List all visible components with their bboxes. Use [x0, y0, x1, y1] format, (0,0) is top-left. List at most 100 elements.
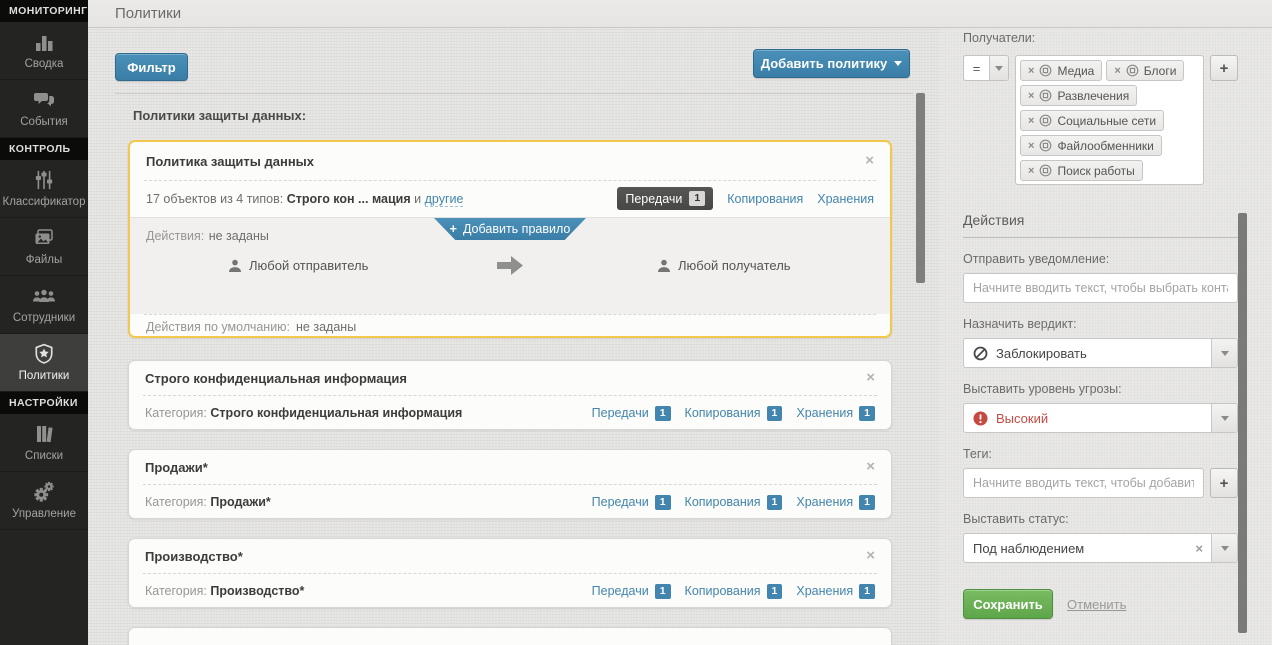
tab-transfers[interactable]: Передачи 1 [617, 187, 714, 210]
verdict-select[interactable]: Заблокировать [963, 338, 1238, 368]
add-tag-button[interactable]: + [1210, 468, 1238, 498]
close-icon[interactable]: × [865, 153, 874, 168]
sidebar-item-lists[interactable]: Списки [0, 414, 88, 472]
default-actions-label: Действия по умолчанию: [146, 320, 291, 334]
remove-tag-icon[interactable]: × [1028, 90, 1034, 102]
actions-label: Действия: [146, 229, 205, 243]
operator-select[interactable]: = [963, 55, 1009, 81]
add-policy-button[interactable]: Добавить политику [753, 49, 910, 78]
policy-card-title: Политика защиты данных [146, 153, 314, 169]
add-rule-button[interactable]: + Добавить правило [434, 218, 586, 240]
category-label: Категория: [145, 584, 207, 598]
tab-label: Передачи [591, 406, 649, 420]
remove-tag-icon[interactable]: × [1114, 65, 1120, 77]
recipient-tag[interactable]: × Файлообменники [1020, 135, 1162, 156]
tags-label: Теги: [963, 447, 992, 461]
sidebar-item-management[interactable]: Управление [0, 472, 88, 530]
save-button[interactable]: Сохранить [963, 589, 1053, 619]
tab-storage[interactable]: Хранения [817, 192, 874, 206]
tab-storage[interactable]: Хранения 1 [796, 583, 875, 599]
clear-status-icon[interactable]: × [1195, 541, 1211, 556]
category-value: Строго конфиденциальная информация [210, 406, 463, 420]
category-icon [1126, 64, 1139, 77]
remove-tag-icon[interactable]: × [1028, 65, 1034, 77]
tab-count-badge: 1 [766, 583, 783, 599]
rule-zone: + Добавить правило Действия: не заданы Л… [130, 217, 890, 314]
threat-level-select[interactable]: Высокий [963, 403, 1238, 433]
notify-input[interactable] [963, 273, 1238, 303]
tab-count-badge: 1 [689, 191, 706, 206]
remove-tag-icon[interactable]: × [1028, 115, 1034, 127]
receiver-label: Любой получатель [678, 258, 791, 273]
actions-section-title: Действия [963, 212, 1238, 238]
tab-count-badge: 1 [859, 583, 875, 599]
sidebar-item-policies[interactable]: Политики [0, 334, 88, 392]
close-icon[interactable]: × [866, 370, 875, 385]
chevron-down-icon[interactable] [1211, 339, 1237, 367]
sidebar-item-label: Политики [18, 370, 70, 382]
close-icon[interactable]: × [866, 459, 875, 474]
add-recipient-button[interactable]: + [1210, 55, 1238, 81]
policy-card-strictly-confidential[interactable]: Строго конфиденциальная информация × Кат… [128, 360, 892, 430]
sidebar-item-summary[interactable]: Сводка [0, 22, 88, 80]
policy-card-title: Продажи* [145, 459, 208, 475]
recipient-tag[interactable]: × Медиа [1020, 60, 1103, 81]
tab-label: Копирования [684, 584, 761, 598]
add-rule-label: Добавить правило [462, 222, 571, 236]
policy-objects-summary: 17 объектов из 4 типов: Строго кон ... м… [146, 191, 464, 207]
filter-button[interactable]: Фильтр [115, 53, 188, 81]
bar-chart-icon [2, 31, 86, 55]
tab-copies[interactable]: Копирования 1 [684, 583, 783, 599]
sidebar-item-label: Классификатор [2, 196, 86, 208]
category-value: Продажи* [210, 495, 271, 509]
policy-card-data-protection[interactable]: Политика защиты данных × 17 объектов из … [128, 140, 892, 338]
default-actions-value: не заданы [296, 320, 357, 334]
sidebar-item-label: Сотрудники [12, 312, 76, 324]
chevron-down-icon[interactable] [1211, 534, 1237, 562]
status-select[interactable]: Под наблюдением × [963, 533, 1238, 563]
tab-transfers[interactable]: Передачи 1 [591, 583, 671, 599]
sidebar-item-classifier[interactable]: Классификатор [0, 160, 88, 218]
tab-storage[interactable]: Хранения 1 [796, 405, 875, 421]
toolbar-divider [115, 93, 913, 94]
remove-tag-icon[interactable]: × [1028, 165, 1034, 177]
main-scrollbar[interactable] [916, 93, 925, 283]
chevron-down-icon[interactable] [989, 56, 1008, 80]
tab-count-badge: 1 [859, 405, 875, 421]
policy-card-production[interactable]: Производство* × Категория: Производство*… [128, 538, 892, 608]
tab-transfers[interactable]: Передачи 1 [592, 494, 671, 510]
sidebar-item-files[interactable]: Файлы [0, 218, 88, 276]
sidebar-item-events[interactable]: События [0, 80, 88, 138]
tab-count-badge: 1 [654, 405, 671, 421]
tab-storage[interactable]: Хранения 1 [796, 494, 875, 510]
recipient-tag[interactable]: × Блоги [1106, 60, 1185, 81]
close-icon[interactable]: × [866, 548, 875, 563]
rule-sender[interactable]: Любой отправитель [228, 258, 368, 273]
tab-copies[interactable]: Копирования 1 [685, 405, 783, 421]
recipient-tag[interactable]: × Развлечения [1020, 85, 1138, 106]
sidebar-section-control: КОНТРОЛЬ [0, 138, 88, 160]
tab-count-badge: 1 [654, 583, 671, 599]
chevron-down-icon[interactable] [1211, 404, 1237, 432]
sidebar-section-monitoring: МОНИТОРИНГ [0, 0, 88, 22]
tab-transfers[interactable]: Передачи 1 [591, 405, 671, 421]
rule-receiver[interactable]: Любой получатель [657, 258, 791, 273]
tab-copies[interactable]: Копирования [727, 192, 803, 206]
recipients-tagbox[interactable]: × Медиа × Блоги × Развлечения × Социальн… [1015, 55, 1204, 185]
recipient-tag[interactable]: × Поиск работы [1020, 160, 1143, 181]
tag-label: Медиа [1057, 63, 1095, 78]
policy-card-partial[interactable] [128, 627, 892, 645]
arrow-right-icon [497, 256, 523, 275]
category-label: Категория: [145, 495, 207, 509]
others-link[interactable]: другие [424, 191, 464, 207]
policy-category: Категория: Строго конфиденциальная инфор… [145, 406, 462, 420]
recipient-tag[interactable]: × Социальные сети [1020, 110, 1165, 131]
cancel-link[interactable]: Отменить [1067, 597, 1126, 612]
tags-input[interactable] [963, 468, 1204, 498]
tab-label: Передачи [591, 584, 649, 598]
remove-tag-icon[interactable]: × [1028, 140, 1034, 152]
policy-card-sales[interactable]: Продажи* × Категория: Продажи* Передачи 1… [128, 449, 892, 519]
panel-scrollbar[interactable] [1238, 213, 1247, 633]
sidebar-item-employees[interactable]: Сотрудники [0, 276, 88, 334]
tab-copies[interactable]: Копирования 1 [685, 494, 783, 510]
